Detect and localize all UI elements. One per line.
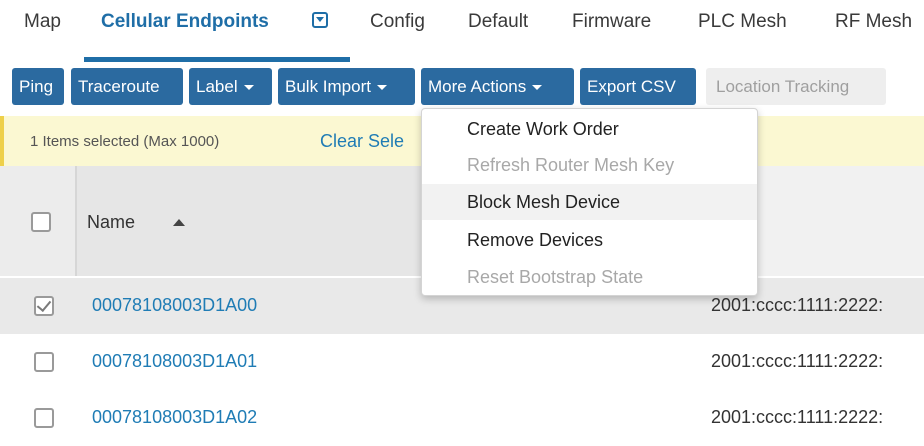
table-row[interactable]: 00078108003D1A01 2001:cccc:1111:2222: — [0, 334, 924, 390]
device-id-link[interactable]: 00078108003D1A00 — [92, 295, 257, 316]
row-checkbox[interactable] — [34, 352, 54, 372]
header-checkbox-cell — [0, 166, 75, 276]
label-button-label: Label — [196, 77, 238, 96]
tab-config[interactable]: Config — [370, 10, 425, 34]
bulk-import-button-label: Bulk Import — [285, 77, 371, 96]
location-tracking-button[interactable]: Location Tracking — [706, 68, 886, 105]
chevron-down-icon — [243, 85, 254, 91]
chevron-down-icon — [532, 85, 543, 91]
ip-address: 2001:cccc:1111:2222: — [711, 351, 884, 371]
more-actions-button-label: More Actions — [428, 77, 527, 96]
tab-plc-mesh[interactable]: PLC Mesh — [698, 10, 787, 34]
tab-dropdown-icon[interactable] — [312, 12, 328, 28]
tab-default[interactable]: Default — [468, 10, 528, 34]
ping-button[interactable]: Ping — [12, 68, 64, 105]
tab-map[interactable]: Map — [24, 10, 61, 34]
export-csv-button-label: Export CSV — [587, 77, 676, 96]
traceroute-button[interactable]: Traceroute — [71, 68, 183, 105]
menu-item-remove-devices[interactable]: Remove Devices — [422, 222, 757, 258]
device-type-tabs: Map Cellular Endpoints Config Default Fi… — [0, 0, 924, 62]
bulk-import-button[interactable]: Bulk Import — [278, 68, 415, 105]
row-checkbox[interactable] — [34, 408, 54, 428]
tab-cellular-endpoints[interactable]: Cellular Endpoints — [101, 10, 269, 34]
menu-item-block-mesh-device[interactable]: Block Mesh Device — [422, 184, 757, 220]
menu-item-create-work-order[interactable]: Create Work Order — [422, 111, 757, 147]
menu-item-refresh-router-mesh-key[interactable]: Refresh Router Mesh Key — [422, 147, 757, 183]
export-csv-button[interactable]: Export CSV — [580, 68, 696, 105]
more-actions-button[interactable]: More Actions — [421, 68, 574, 105]
device-id-link[interactable]: 00078108003D1A02 — [92, 407, 257, 428]
sort-ascending-icon[interactable] — [173, 219, 185, 226]
select-all-checkbox[interactable] — [31, 212, 51, 232]
device-id-link[interactable]: 00078108003D1A01 — [92, 351, 257, 372]
tab-rf-mesh[interactable]: RF Mesh — [835, 10, 912, 34]
clear-selection-link[interactable]: Clear Sele — [320, 131, 404, 152]
chevron-down-icon — [376, 85, 387, 91]
action-toolbar: Ping Traceroute Label Bulk Import More A… — [0, 62, 924, 114]
name-column-label: Name — [87, 212, 136, 232]
label-button[interactable]: Label — [189, 68, 272, 105]
ip-address: 2001:cccc:1111:2222: — [711, 295, 884, 315]
traceroute-button-label: Traceroute — [78, 77, 160, 96]
ping-button-label: Ping — [19, 77, 54, 96]
table-row[interactable]: 00078108003D1A02 2001:cccc:1111:2222: — [0, 390, 924, 446]
more-actions-menu: Create Work Order Refresh Router Mesh Ke… — [421, 108, 758, 296]
tab-firmware[interactable]: Firmware — [572, 10, 651, 34]
selected-count-text: 1 Items selected (Max 1000) — [30, 133, 220, 150]
row-checkbox[interactable] — [34, 296, 54, 316]
menu-item-reset-bootstrap-state[interactable]: Reset Bootstrap State — [422, 259, 757, 295]
location-tracking-button-label: Location Tracking — [716, 77, 850, 96]
ip-address: 2001:cccc:1111:2222: — [711, 407, 884, 427]
